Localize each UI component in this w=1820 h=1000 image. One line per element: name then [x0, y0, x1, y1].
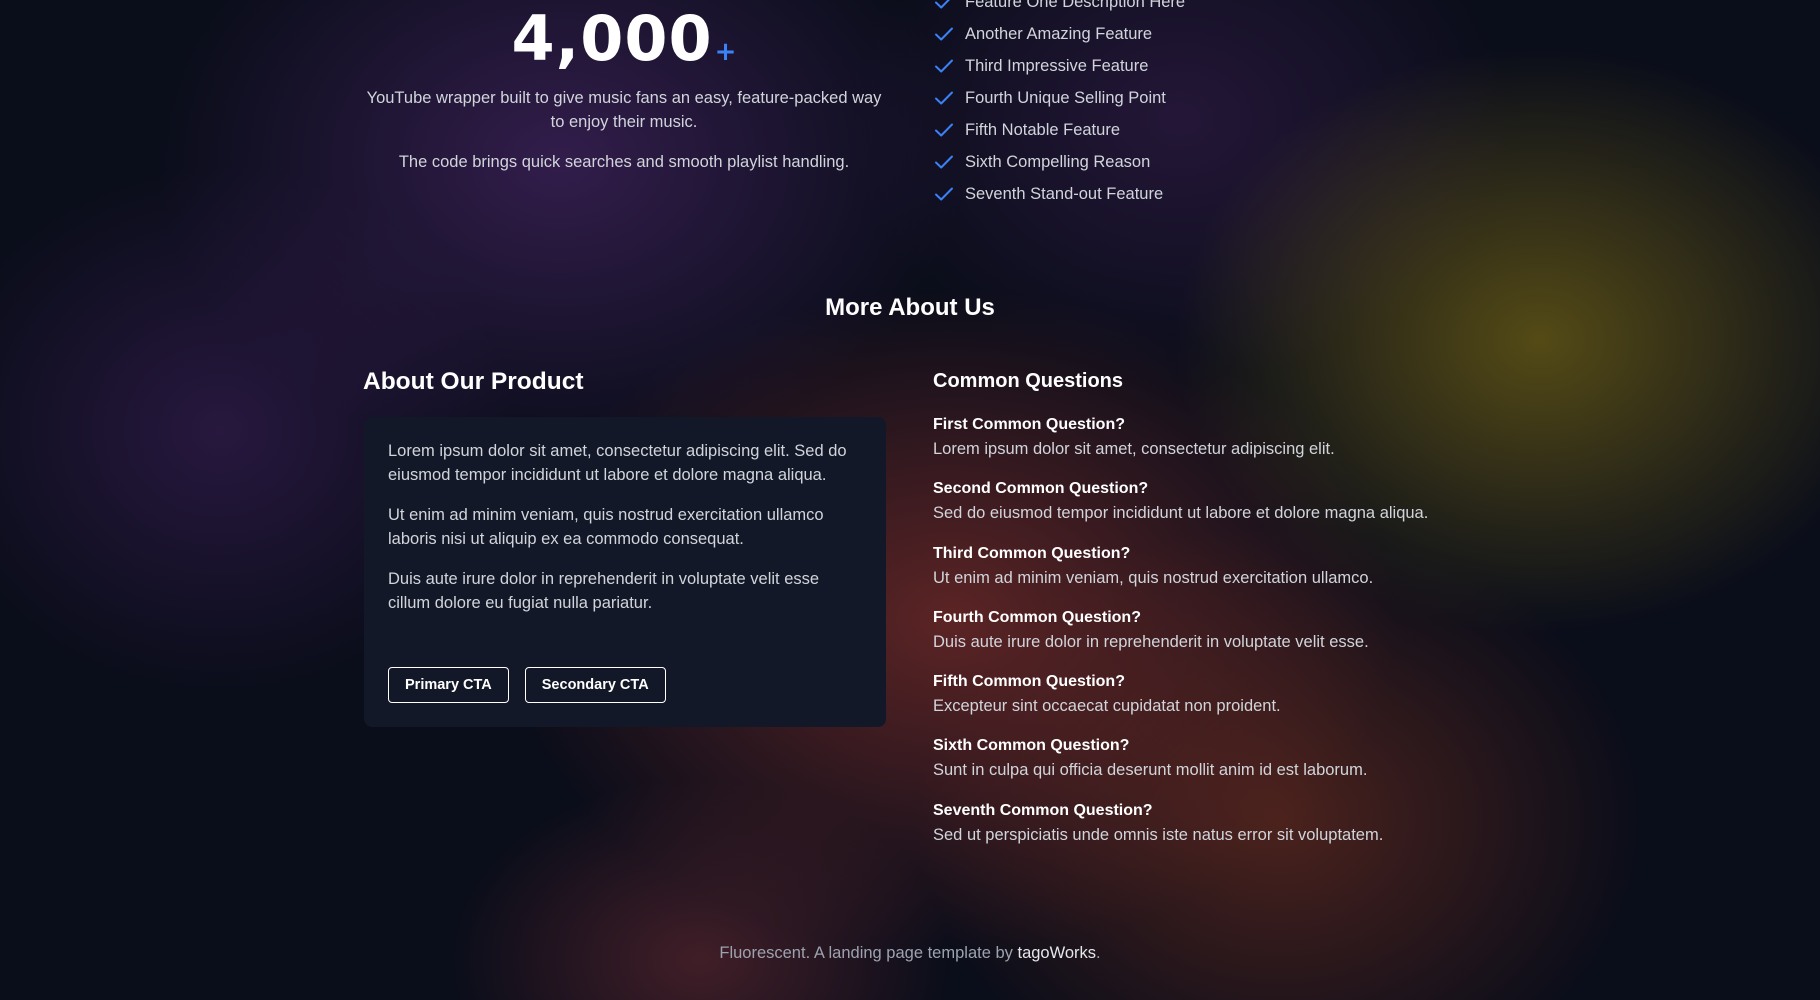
faq-item: First Common Question? Lorem ipsum dolor…	[933, 413, 1428, 477]
stat-description: YouTube wrapper built to give music fans…	[366, 89, 882, 131]
feature-label: Seventh Stand-out Feature	[965, 184, 1164, 203]
footer-period: .	[1096, 944, 1101, 962]
faq-item: Sixth Common Question? Sunt in culpa qui…	[933, 734, 1428, 798]
feature-item: Sixth Compelling Reason	[934, 146, 1185, 178]
faq-question: Seventh Common Question?	[933, 801, 1153, 819]
about-paragraph: Duis aute irure dolor in reprehenderit i…	[388, 570, 820, 612]
feature-item: Third Impressive Feature	[934, 50, 1185, 82]
feature-label: Feature One Description Here	[965, 0, 1186, 11]
footer-text: Fluorescent. A landing page template by	[719, 944, 1018, 962]
feature-list: Feature One Description Here Another Ama…	[934, 0, 1185, 210]
feature-item: Fifth Notable Feature	[934, 114, 1185, 146]
footer-author-link[interactable]: tagoWorks	[1017, 944, 1096, 962]
faq-answer: Sed ut perspiciatis unde omnis iste natu…	[933, 825, 1384, 844]
feature-item: Feature One Description Here	[934, 0, 1185, 18]
feature-item: Seventh Stand-out Feature	[934, 178, 1185, 210]
cta-row: Primary CTA Secondary CTA	[388, 667, 666, 703]
faq-item: Fifth Common Question? Excepteur sint oc…	[933, 670, 1428, 734]
feature-label: Another Amazing Feature	[965, 24, 1153, 43]
faq-question: Second Common Question?	[933, 480, 1149, 498]
faq-question: Fifth Common Question?	[933, 673, 1125, 691]
stat-description-secondary: The code brings quick searches and smoot…	[398, 153, 850, 171]
faq-answer: Sed do eiusmod tempor incididunt ut labo…	[933, 504, 1429, 523]
stat-number: 4,000	[511, 2, 713, 75]
check-icon	[934, 186, 954, 202]
faq-answer: Excepteur sint occaecat cupidatat non pr…	[933, 697, 1281, 716]
secondary-cta-button[interactable]: Secondary CTA	[524, 667, 666, 703]
feature-label: Fourth Unique Selling Point	[965, 88, 1166, 107]
faq-answer: Duis aute irure dolor in reprehenderit i…	[933, 632, 1369, 651]
feature-label: Fifth Notable Feature	[965, 120, 1120, 139]
primary-cta-button[interactable]: Primary CTA	[388, 667, 509, 703]
feature-item: Another Amazing Feature	[934, 18, 1185, 50]
about-paragraph: Lorem ipsum dolor sit amet, consectetur …	[388, 442, 847, 484]
faq-answer: Ut enim ad minim veniam, quis nostrud ex…	[933, 568, 1374, 587]
about-heading: About Our Product	[363, 368, 584, 395]
stat-plus-sign: +	[714, 37, 737, 67]
faq-list: First Common Question? Lorem ipsum dolor…	[933, 413, 1428, 863]
check-icon	[934, 122, 954, 138]
feature-item: Fourth Unique Selling Point	[934, 82, 1185, 114]
faq-question: Third Common Question?	[933, 544, 1131, 562]
faq-item: Seventh Common Question? Sed ut perspici…	[933, 799, 1428, 863]
faq-answer: Sunt in culpa qui officia deserunt molli…	[933, 761, 1368, 780]
about-card: Lorem ipsum dolor sit amet, consectetur …	[364, 417, 886, 727]
feature-label: Third Impressive Feature	[965, 56, 1149, 75]
check-icon	[934, 0, 954, 10]
faq-question: Fourth Common Question?	[933, 608, 1141, 626]
faq-question: First Common Question?	[933, 416, 1125, 433]
check-icon	[934, 154, 954, 170]
faq-item: Third Common Question? Ut enim ad minim …	[933, 542, 1428, 606]
about-paragraph: Ut enim ad minim veniam, quis nostrud ex…	[388, 506, 824, 548]
faq-question: Sixth Common Question?	[933, 737, 1130, 755]
faq-item: Second Common Question? Sed do eiusmod t…	[933, 477, 1428, 541]
feature-label: Sixth Compelling Reason	[965, 152, 1151, 171]
faq-answer: Lorem ipsum dolor sit amet, consectetur …	[933, 440, 1335, 458]
check-icon	[934, 26, 954, 42]
footer: Fluorescent. A landing page template by …	[0, 944, 1820, 963]
check-icon	[934, 90, 954, 106]
faq-heading: Common Questions	[933, 370, 1124, 392]
section-title: More About Us	[825, 294, 995, 321]
check-icon	[934, 58, 954, 74]
faq-item: Fourth Common Question? Duis aute irure …	[933, 606, 1428, 670]
stat-number-row: 4,000+	[363, 3, 885, 75]
